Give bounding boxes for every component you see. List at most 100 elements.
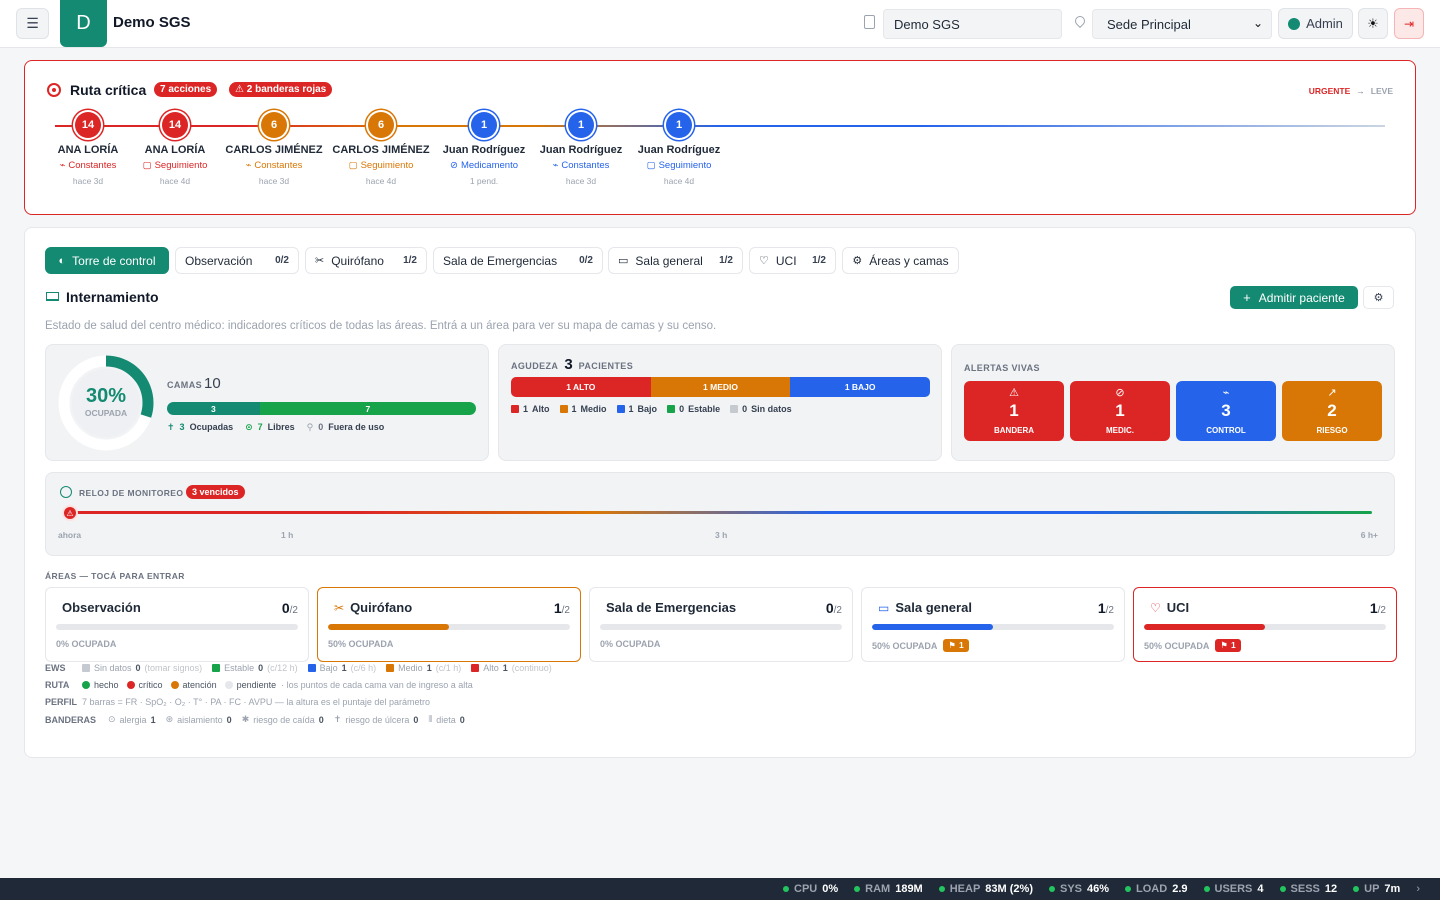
alert-tile-control[interactable]: ⌁ 3 CONTROL	[1176, 381, 1276, 441]
alert-tile-riesgo[interactable]: ↗ 2 RIESGO	[1282, 381, 1382, 441]
sun-icon: ☀	[1367, 15, 1379, 31]
tab-áreas-y-camas[interactable]: ⚙ Áreas y camas	[842, 247, 959, 274]
area-occupancy-text: 50% OCUPADA	[1144, 640, 1210, 651]
action-type-icon: ⊘	[450, 160, 458, 171]
critical-route-panel: Ruta crítica 7 acciones ⚠ 2 banderas roj…	[24, 60, 1416, 215]
acuity-legend-item: 0 Sin datos	[730, 404, 792, 414]
area-card[interactable]: Observación 0/2 0% OCUPADA	[45, 587, 309, 662]
status-sess: SESS 12	[1279, 883, 1337, 895]
area-occupancy-count: 1/2	[1369, 600, 1386, 616]
area-occupancy-count: 0/2	[825, 600, 842, 616]
area-occupancy-text: 50% OCUPADA	[872, 640, 938, 651]
status-dot	[1203, 886, 1210, 892]
route-legend-item: atención	[170, 680, 217, 690]
status-dot	[1125, 886, 1132, 892]
settings-button[interactable]: ⚙	[1363, 286, 1394, 309]
action-type-icon: ▢	[142, 160, 152, 171]
actions-badge: 7 acciones	[154, 82, 218, 97]
menu-button[interactable]: ☰	[16, 8, 49, 39]
status-cpu: CPU 0%	[783, 883, 838, 895]
theme-toggle-button[interactable]: ☀	[1358, 8, 1388, 39]
area-card[interactable]: Sala de Emergencias 0/2 0% OCUPADA	[589, 587, 853, 662]
heart-icon: ♡	[1150, 600, 1161, 615]
scale-mild: LEVE	[1370, 86, 1393, 96]
section-title: Internamiento	[66, 289, 159, 305]
live-alerts-title: ALERTAS VIVAS	[964, 363, 1040, 373]
alert-tile-medic[interactable]: ⊘ 1 MEDIC.	[1070, 381, 1170, 441]
overdue-marker[interactable]: ⚠	[62, 505, 78, 521]
route-node[interactable]: 6 CARLOS JIMÉNEZ ⌁ Constantes hace 3d	[214, 112, 334, 186]
area-occupancy-bar	[872, 624, 1114, 630]
occupancy-caption: OCUPADA	[84, 408, 128, 418]
acuity-legend-item: 1 Alto	[511, 404, 550, 414]
area-occupancy-count: 1/2	[553, 600, 570, 616]
plus-icon: +	[1243, 290, 1251, 305]
tab-count: 1/2	[812, 255, 826, 266]
monitoring-title: RELOJ DE MONITOREO	[79, 488, 184, 498]
areas-caption: ÁREAS — TOCÁ PARA ENTRAR	[45, 571, 185, 581]
tab-sala-de-emergencias[interactable]: Sala de Emergencias 0/2	[433, 247, 603, 274]
area-card[interactable]: ▭ Sala general 1/2 50% OCUPADA ⚑ 1	[861, 587, 1125, 662]
tab-quirófano[interactable]: ✂ Quirófano 1/2	[305, 247, 427, 274]
route-node[interactable]: 6 CARLOS JIMÉNEZ ▢ Seguimiento hace 4d	[321, 112, 441, 186]
flag-type-icon: ✱	[241, 714, 250, 724]
building-icon	[864, 15, 875, 29]
acuity-bar: 1 ALTO 1 MEDIO 1 BAJO	[511, 377, 930, 397]
alert-tile-bandera[interactable]: ⚠ 1 BANDERA	[964, 381, 1064, 441]
free-stat: ⊙ 7 Libres	[245, 422, 295, 432]
org-field[interactable]: Demo SGS	[883, 9, 1062, 39]
scissors-icon: ✂	[334, 600, 345, 615]
beds-breakdown: ✝ 3 Ocupadas ⊙ 7 Libres ⚲ 0 Fuera de uso	[167, 422, 384, 433]
legend-swatch	[511, 405, 519, 413]
site-select[interactable]: Sede Principal ⌄	[1092, 9, 1272, 39]
status-ram: RAM 189M	[854, 883, 923, 895]
area-name: UCI	[1166, 600, 1190, 615]
severity-score-badge: 6	[368, 112, 394, 138]
gear-icon: ⚙	[852, 255, 863, 267]
user-button[interactable]: Admin	[1278, 8, 1353, 39]
route-node[interactable]: 1 Juan Rodríguez ▢ Seguimiento hace 4d	[619, 112, 739, 186]
tab-observación[interactable]: Observación 0/2	[175, 247, 299, 274]
area-name: Sala de Emergencias	[606, 600, 737, 615]
heart-icon: ♡	[759, 255, 769, 267]
hamburger-icon: ☰	[26, 15, 39, 31]
acuity-label: AGUDEZA	[511, 361, 559, 371]
area-name: Sala general	[895, 600, 972, 615]
flag-legend-item: ⫴ dieta 0	[428, 714, 465, 725]
tab-sala-general[interactable]: ▭ Sala general 1/2	[608, 247, 743, 274]
patient-name: CARLOS JIMÉNEZ	[332, 144, 430, 156]
action-age: hace 3d	[258, 176, 290, 186]
area-card[interactable]: ♡ UCI 1/2 50% OCUPADA ⚑ 1	[1133, 587, 1397, 662]
chevron-right-icon[interactable]: ›	[1416, 883, 1420, 895]
admit-patient-button[interactable]: + Admitir paciente	[1230, 286, 1358, 309]
tick-1h: 1 h	[281, 530, 294, 540]
legend-swatch	[730, 405, 739, 413]
patient-name: Juan Rodríguez	[637, 144, 721, 156]
tab-torre-de-control[interactable]: ◐ Torre de control	[45, 247, 169, 274]
logout-button[interactable]: ⇥	[1394, 8, 1424, 39]
area-card[interactable]: ✂ Quirófano 1/2 50% OCUPADA	[317, 587, 581, 662]
beds-bar: 3 7	[167, 402, 476, 415]
target-icon	[47, 83, 61, 97]
area-name: Observación	[62, 600, 141, 615]
top-bar: ☰ D Demo SGS Demo SGS Sede Principal ⌄ A…	[0, 0, 1440, 48]
clock-icon	[60, 486, 72, 498]
flags-legend: BANDERAS ⊙ alergia 1 ⊛ aislamiento 0 ✱ riesgo de…	[45, 714, 465, 725]
legend-swatch	[559, 405, 568, 413]
wrench-icon: ⚲	[306, 422, 314, 432]
area-occupancy-count: 0/2	[281, 600, 298, 616]
tab-uci[interactable]: ♡ UCI 1/2	[749, 247, 836, 274]
area-occupancy-count: 1/2	[1097, 600, 1114, 616]
scale-urgent: URGENTE	[1308, 86, 1351, 96]
area-occupancy-text: 0% OCUPADA	[600, 639, 661, 649]
tick-6h: 6 h+	[1360, 530, 1378, 540]
flag-legend-item: ⊛ aislamiento 0	[165, 714, 232, 725]
flag-type-icon: ⊙	[108, 714, 116, 724]
user-icon	[1288, 17, 1301, 30]
severity-scale: URGENTE → LEVE	[1309, 86, 1393, 96]
status-dot	[1353, 886, 1360, 892]
action-label: ▢ Seguimiento	[646, 160, 712, 171]
acuity-legend-item: 1 Bajo	[616, 404, 657, 414]
warning-icon: ⚠	[66, 508, 74, 518]
action-type-icon: ⌁	[552, 160, 559, 171]
